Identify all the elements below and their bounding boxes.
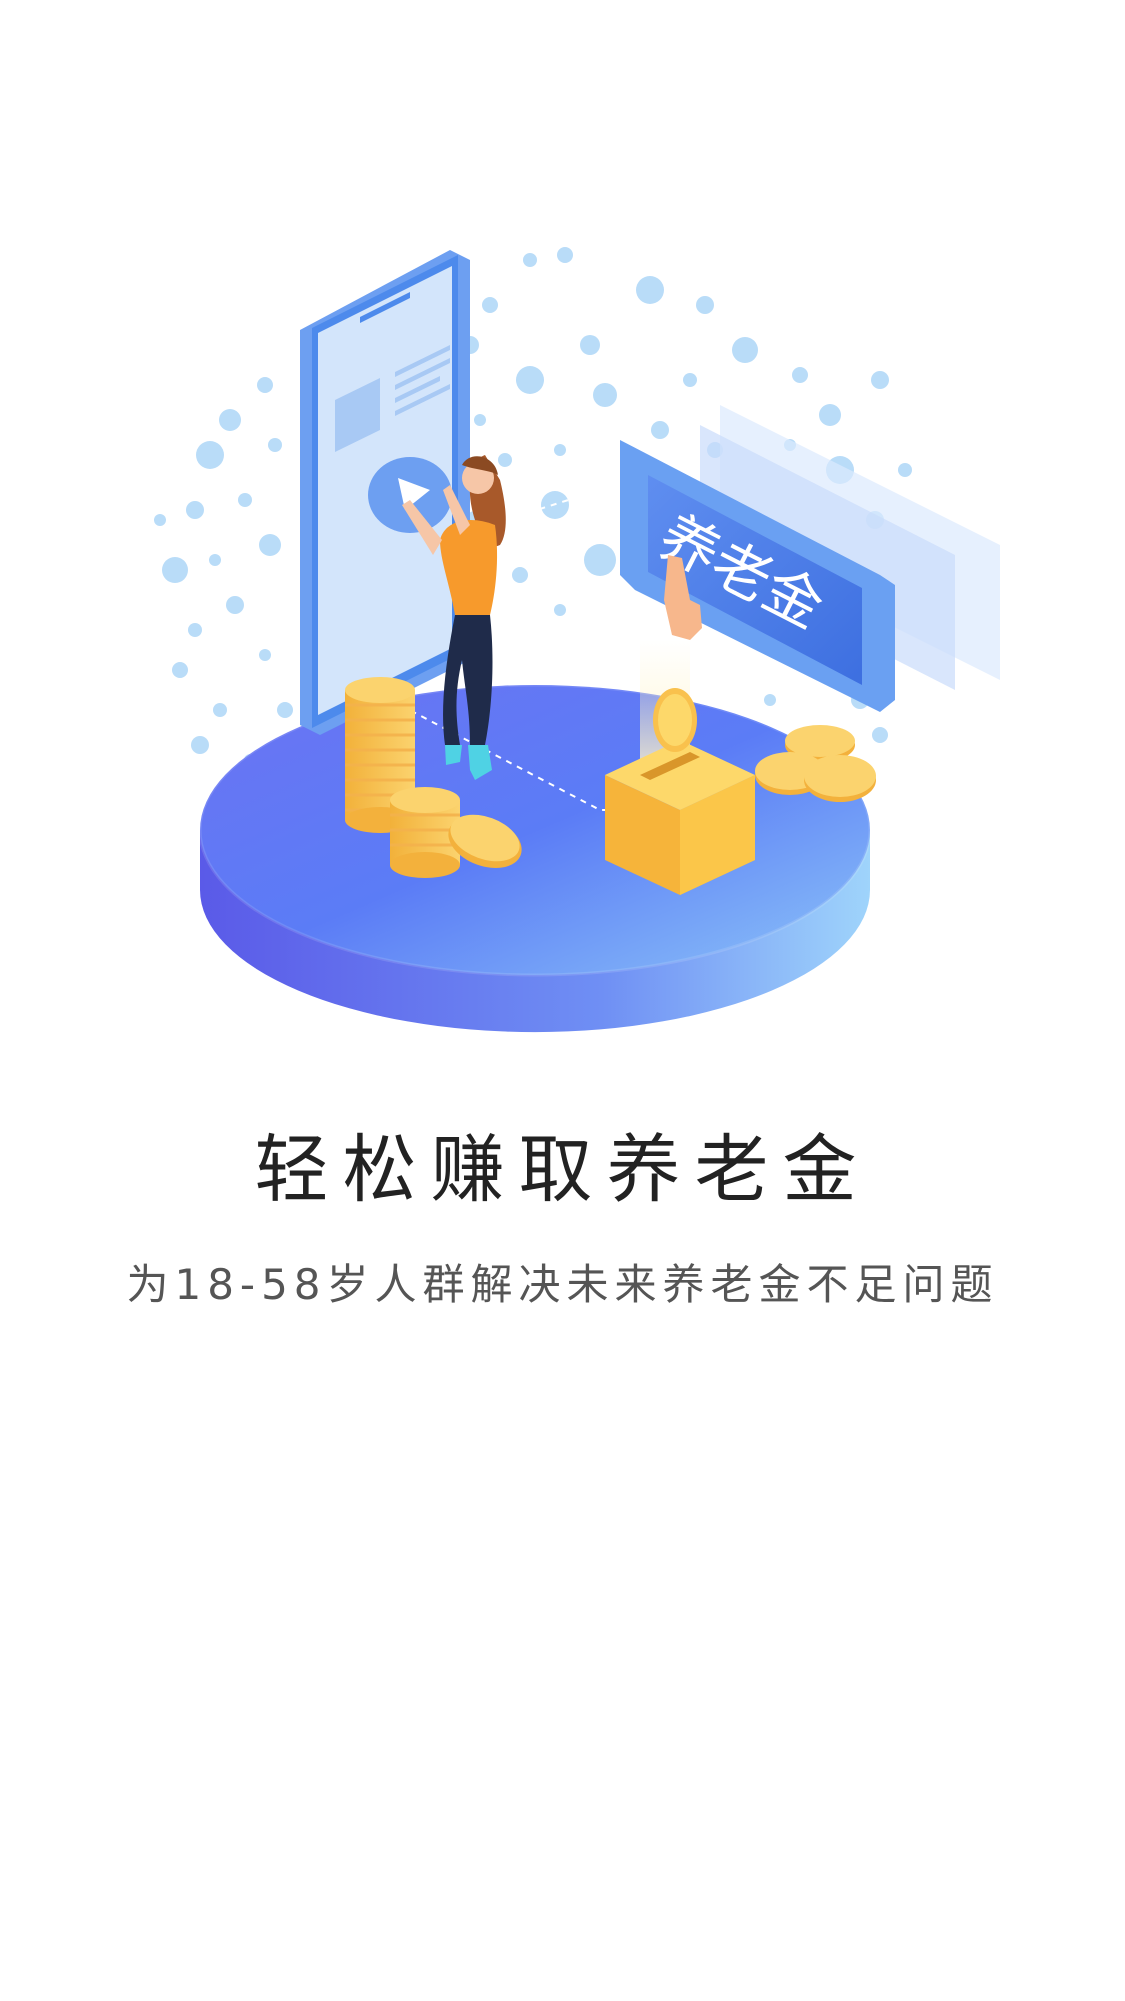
platform xyxy=(198,683,872,1033)
page-title: 轻松赚取养老金 xyxy=(254,1127,871,1213)
donation-box-icon xyxy=(605,640,755,895)
page-subtitle: 为18-58岁人群解决未来养老金不足问题 xyxy=(126,1260,999,1309)
pension-illustration: 养老金 xyxy=(154,247,1000,1033)
onboarding-screen: 养老金 轻松赚取养老金 为18-58岁人群解决未来养老金不足问题 xyxy=(0,0,1125,2001)
